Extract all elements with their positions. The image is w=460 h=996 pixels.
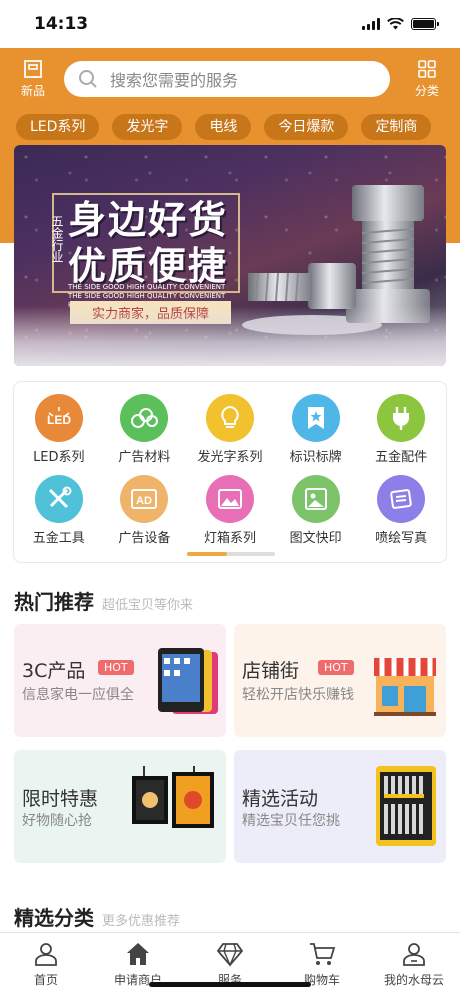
promo-card-subtitle: 轻松开店快乐赚钱	[242, 687, 354, 703]
grid-label: 五金配件	[375, 450, 428, 465]
category-pill[interactable]: 发光字	[112, 114, 183, 140]
category-section-header: 精选分类 更多优惠推荐	[14, 902, 180, 931]
hot-section-subtitle: 超低宝贝等你来	[102, 598, 194, 613]
lightbox-image-icon	[205, 475, 254, 523]
grid-item-ad-material[interactable]: 广告材料	[102, 394, 188, 465]
plug-icon	[377, 394, 426, 442]
app-screen: 14:13 新品 搜索您需要的服务 分类 LED系列 发光字 电线 今日爆款 定…	[0, 0, 460, 996]
category-pill[interactable]: LED系列	[16, 114, 100, 140]
promo-banner[interactable]: 五金行业 身边好货 优质便捷 THE SIDE GOOD HIGH QUALIT…	[14, 145, 446, 366]
status-icons	[362, 18, 439, 30]
grid-item-ad-device[interactable]: AD 广告设备	[102, 475, 188, 546]
grid-label: 五金工具	[32, 531, 85, 546]
lightbox-poster-image	[132, 766, 214, 828]
promo-card-3c[interactable]: 3C产品 HOT 信息家电一应俱全	[14, 624, 226, 737]
promo-card-subtitle: 信息家电一应俱全	[22, 687, 134, 703]
promo-card-subtitle: 好物随心抢	[22, 813, 92, 829]
ad-device-icon: AD	[120, 475, 169, 523]
hot-badge: HOT	[98, 660, 134, 675]
grid-label: 图文快印	[289, 531, 342, 546]
category-section-title: 精选分类	[14, 906, 94, 930]
cellular-signal-icon	[362, 18, 380, 30]
hot-section-header: 热门推荐 超低宝贝等你来	[14, 586, 193, 615]
category-pill[interactable]: 电线	[195, 114, 252, 140]
diamond-icon	[216, 943, 244, 967]
user-icon	[35, 943, 57, 966]
grid-item-inkjet-print[interactable]: 喷绘写真	[358, 475, 444, 546]
tab-my-account[interactable]: 我的水母云	[368, 933, 460, 996]
grid-item-hardware-parts[interactable]: 五金配件	[358, 394, 444, 465]
promo-card-title: 3C产品	[22, 660, 86, 682]
new-box-icon	[24, 60, 42, 78]
grid-item-hardware-tools[interactable]: 五金工具	[16, 475, 102, 546]
banner-side-text: 五金行业	[50, 215, 64, 263]
hot-badge: HOT	[318, 660, 354, 675]
tab-label: 首页	[33, 973, 58, 987]
cart-icon	[310, 943, 336, 965]
category-icon-grid: LED LED系列 广告材料 发光字系列 标识标牌 五金配件 五金工具 AD 广…	[13, 381, 447, 563]
led-icon: LED	[34, 394, 83, 442]
category-pill-bar: LED系列 发光字 电线 今日爆款 定制商	[0, 110, 460, 144]
promo-card-title: 店铺街	[242, 660, 300, 682]
grid-label: 喷绘写真	[375, 531, 428, 546]
category-button[interactable]: 分类	[408, 59, 446, 99]
search-placeholder: 搜索您需要的服务	[110, 71, 239, 90]
tab-home[interactable]: 首页	[0, 933, 92, 996]
tools-icon	[34, 475, 83, 523]
grid-label: 广告材料	[118, 450, 171, 465]
promo-card-title: 限时特惠	[22, 788, 99, 810]
grid-label: LED系列	[33, 450, 85, 465]
photo-print-icon	[291, 475, 340, 523]
grid-label: 发光字系列	[197, 450, 263, 465]
wifi-icon	[387, 18, 404, 30]
status-time: 14:13	[34, 14, 89, 34]
grid-page-indicator	[187, 552, 275, 556]
banner-headline-line1: 身边好货	[68, 198, 229, 242]
grid-item-photo-print[interactable]: 图文快印	[273, 475, 359, 546]
category-label: 分类	[414, 84, 439, 98]
search-icon	[79, 70, 97, 88]
tablet-image	[158, 648, 218, 714]
new-products-label: 新品	[20, 84, 45, 98]
grid-item-lightbox[interactable]: 灯箱系列	[187, 475, 273, 546]
screwdriver-set-image	[376, 766, 436, 846]
search-input[interactable]: 搜索您需要的服务	[64, 61, 390, 97]
grid-label: 灯箱系列	[203, 531, 256, 546]
grid-label: 广告设备	[118, 531, 171, 546]
category-pill[interactable]: 今日爆款	[264, 114, 349, 140]
battery-icon	[411, 18, 439, 30]
material-rolls-icon	[120, 394, 169, 442]
grid-item-led[interactable]: LED LED系列	[16, 394, 102, 465]
promo-card-shop-street[interactable]: 店铺街 HOT 轻松开店快乐赚钱	[234, 624, 446, 737]
promo-card-title: 精选活动	[242, 788, 319, 810]
tab-label: 我的水母云	[383, 973, 444, 987]
profile-icon	[403, 943, 425, 966]
promo-card-flash-sale[interactable]: 限时特惠 好物随心抢	[14, 750, 226, 863]
hot-section-title: 热门推荐	[14, 590, 94, 614]
grid-icon	[418, 60, 436, 78]
grid-page-indicator-fill	[187, 552, 227, 556]
house-icon	[127, 943, 149, 965]
svg-text:AD: AD	[136, 495, 152, 507]
banner-headline: 身边好货 优质便捷	[68, 197, 228, 289]
home-indicator	[149, 982, 311, 987]
inkjet-print-icon	[377, 475, 426, 523]
category-section-subtitle: 更多优惠推荐	[102, 914, 181, 929]
grid-label: 标识标牌	[289, 450, 342, 465]
status-bar: 14:13	[0, 0, 460, 48]
grid-item-signage[interactable]: 标识标牌	[273, 394, 359, 465]
new-products-button[interactable]: 新品	[14, 59, 52, 99]
promo-card-subtitle: 精选宝贝任您挑	[242, 813, 340, 829]
category-pill[interactable]: 定制商	[361, 114, 432, 140]
shop-image	[374, 658, 436, 716]
grid-item-luminous-char[interactable]: 发光字系列	[187, 394, 273, 465]
top-header: 新品 搜索您需要的服务 分类	[0, 48, 460, 110]
lightbulb-icon	[205, 394, 254, 442]
badge-star-icon	[291, 394, 340, 442]
promo-card-featured-activity[interactable]: 精选活动 精选宝贝任您挑	[234, 750, 446, 863]
